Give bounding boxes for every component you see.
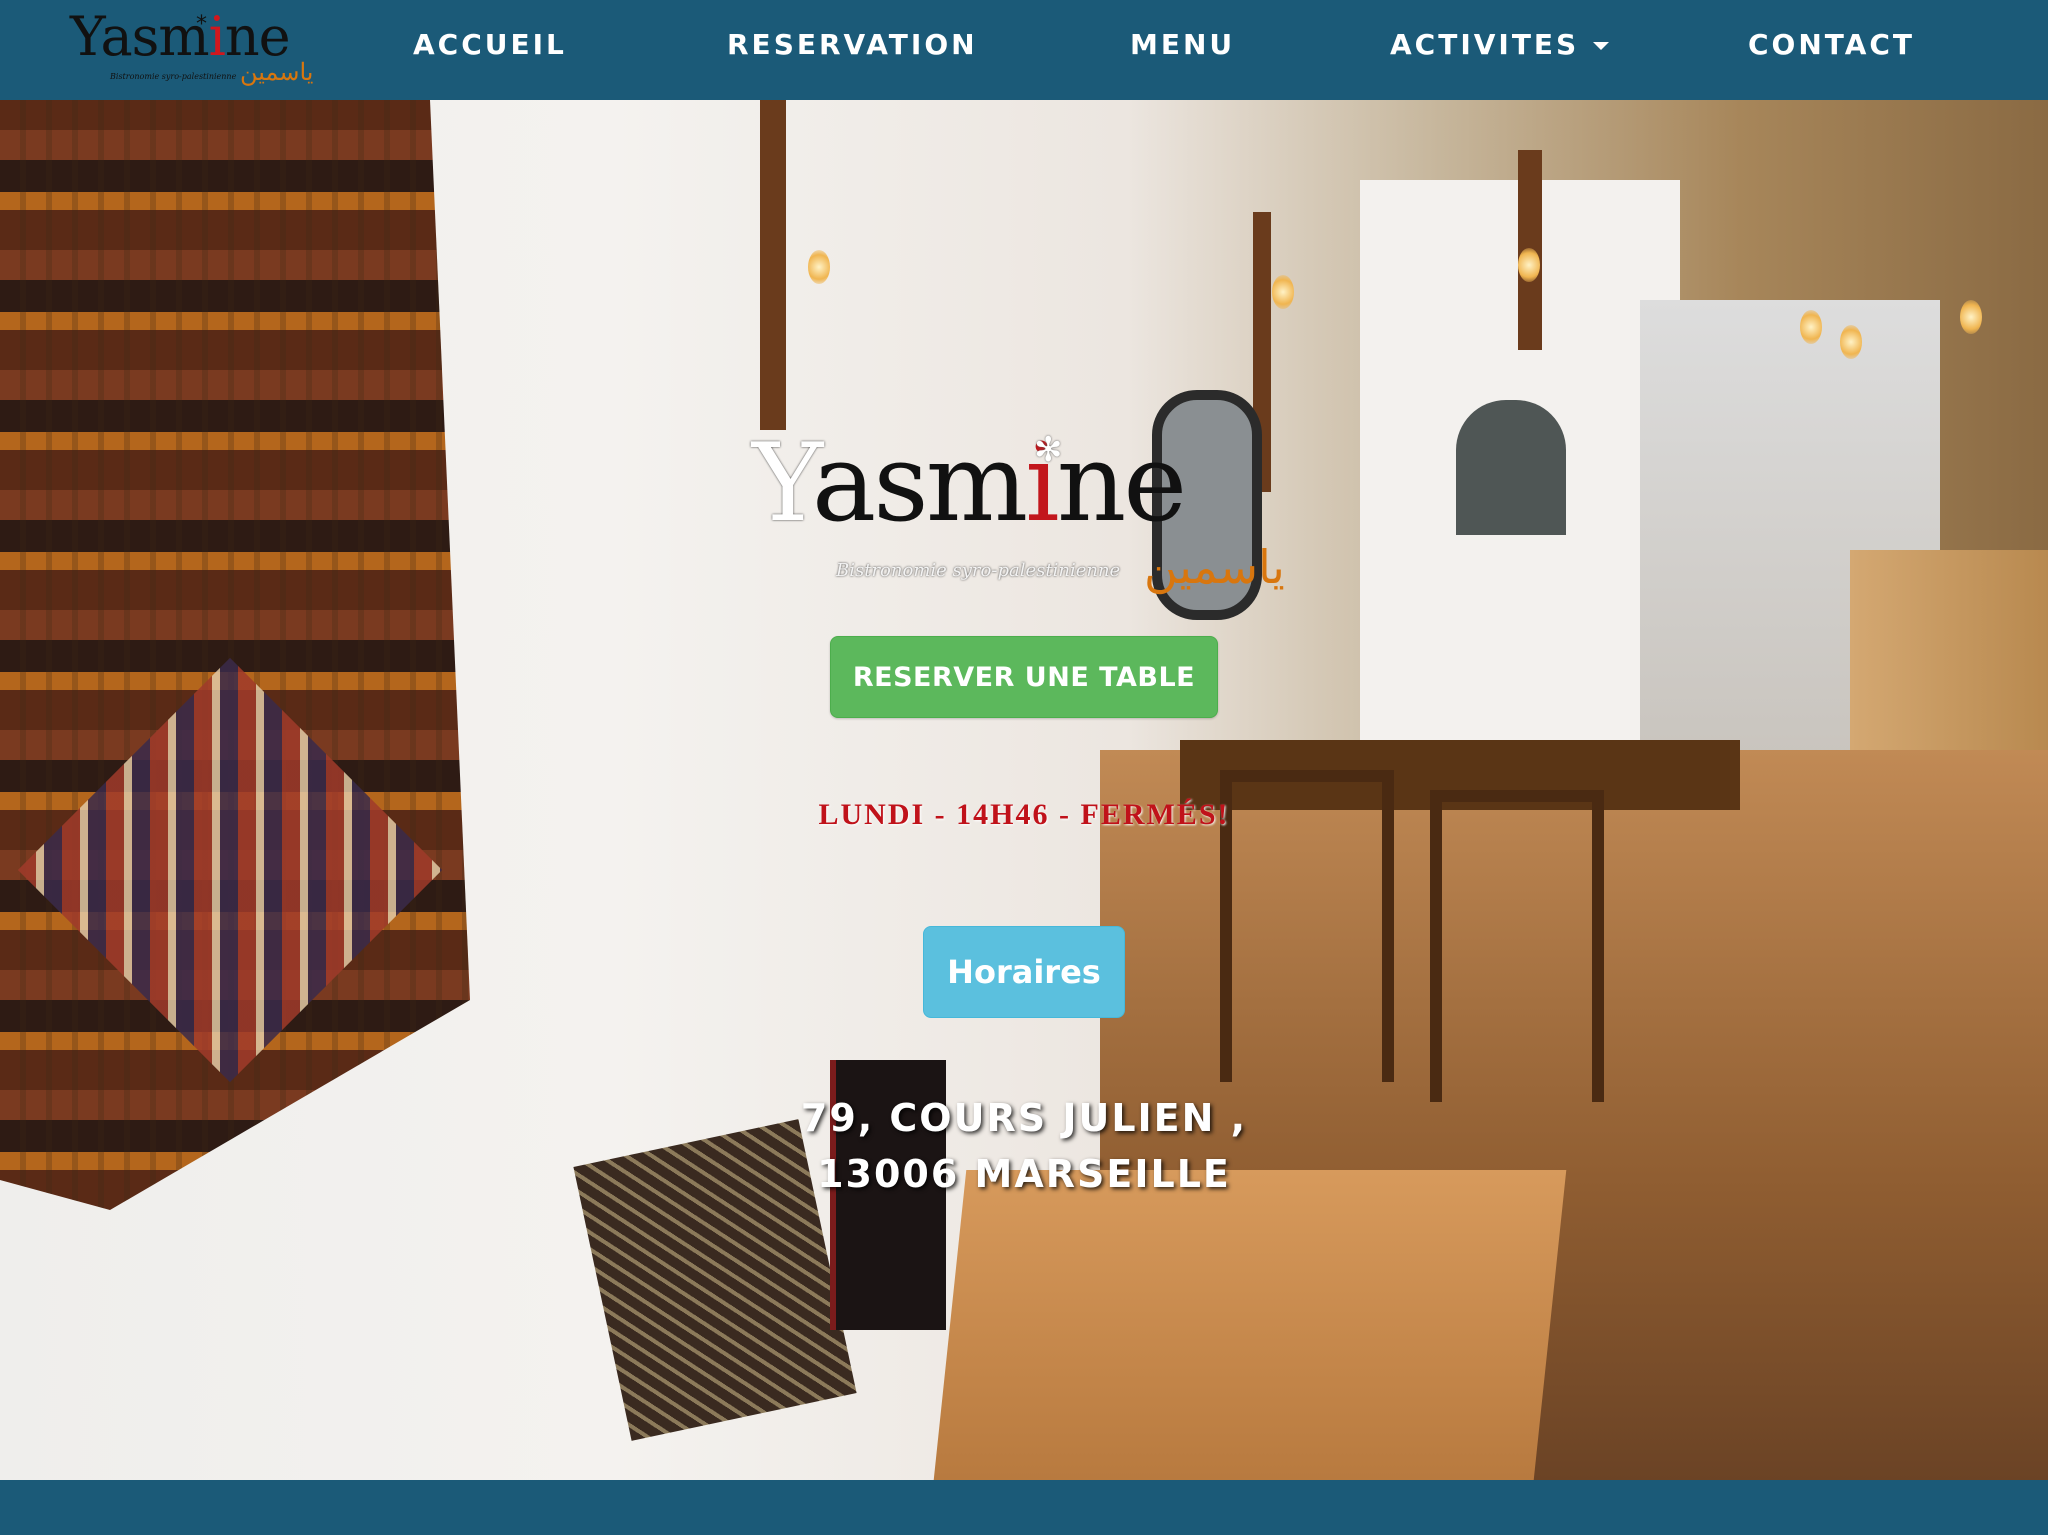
brand-logo[interactable]: Yasmine * Bistronomie syro-palestinienne… bbox=[70, 10, 320, 88]
brand-tagline: Bistronomie syro-palestinienne bbox=[110, 72, 237, 81]
nav-link-reservation[interactable]: RESERVATION bbox=[727, 28, 978, 61]
background-bulb-light bbox=[1272, 275, 1294, 309]
background-bulb-light bbox=[1800, 310, 1822, 344]
navbar: Yasmine * Bistronomie syro-palestinienne… bbox=[0, 0, 2048, 100]
nav-dropdown-activites[interactable]: ACTIVITES bbox=[1390, 28, 1610, 61]
opening-status-text: LUNDI - 14H46 - FERMÉS! bbox=[818, 798, 1230, 831]
background-bulb-light bbox=[808, 250, 830, 284]
nav-link-accueil[interactable]: ACCUEIL bbox=[413, 28, 567, 61]
hero-logo-arabic-name: ياسمين bbox=[1144, 540, 1285, 594]
background-window-shutter bbox=[1456, 400, 1566, 535]
background-bulb-light bbox=[1840, 325, 1862, 359]
address-street: 79, COURS JULIEN , bbox=[800, 1096, 1248, 1140]
brand-logo-wordmark: Yasmine bbox=[70, 5, 291, 68]
hours-button[interactable]: Horaires bbox=[923, 926, 1125, 1018]
caret-down-icon bbox=[1593, 42, 1610, 50]
brand-arabic-name: ياسمين bbox=[240, 58, 314, 86]
hero-logo: Yasmine ✻ Bistronomie syro-palestinienne… bbox=[752, 430, 1312, 595]
reserve-table-button[interactable]: RESERVER UNE TABLE bbox=[830, 636, 1218, 718]
background-chair bbox=[1430, 790, 1604, 1102]
jasmine-flower-icon: * bbox=[196, 12, 207, 37]
address-city: 13006 MARSEILLE bbox=[817, 1152, 1231, 1196]
nav-dropdown-activites-label: ACTIVITES bbox=[1390, 28, 1580, 61]
hero-logo-tagline: Bistronomie syro-palestinienne bbox=[836, 560, 1121, 581]
jasmine-flower-icon: ✻ bbox=[1034, 430, 1063, 470]
background-foreground-table bbox=[933, 1170, 1567, 1480]
nav-link-menu[interactable]: MENU bbox=[1130, 28, 1235, 61]
nav-link-contact[interactable]: CONTACT bbox=[1748, 28, 1915, 61]
hero-section: Yasmine ✻ Bistronomie syro-palestinienne… bbox=[0, 100, 2048, 1480]
hero-logo-wordmark: Yasmine bbox=[752, 421, 1187, 546]
background-bulb-light bbox=[1960, 300, 1982, 334]
address: 79, COURS JULIEN , 13006 MARSEILLE bbox=[0, 1090, 2048, 1202]
background-wall-lamp-post bbox=[760, 100, 786, 430]
background-bulb-light bbox=[1518, 248, 1540, 282]
bottom-bar bbox=[0, 1480, 2048, 1535]
